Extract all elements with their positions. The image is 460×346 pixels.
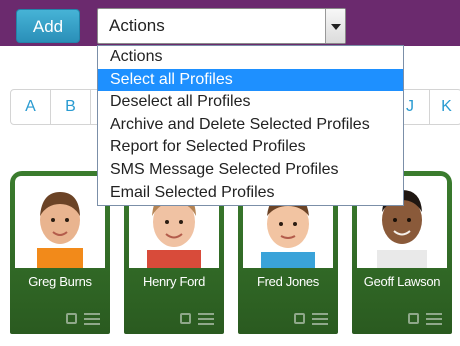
letter-filter-b[interactable]: B bbox=[51, 90, 91, 124]
dropdown-option-email[interactable]: Email Selected Profiles bbox=[98, 182, 403, 205]
dropdown-option-actions[interactable]: Actions bbox=[98, 46, 403, 69]
menu-icon[interactable] bbox=[84, 313, 100, 325]
letter-filter-a[interactable]: A bbox=[11, 90, 51, 124]
dropdown-option-archive-delete[interactable]: Archive and Delete Selected Profiles bbox=[98, 114, 403, 137]
add-button[interactable]: Add bbox=[16, 9, 80, 43]
actions-dropdown-list: Actions Select all Profiles Deselect all… bbox=[97, 45, 404, 206]
menu-icon[interactable] bbox=[198, 313, 214, 325]
profile-name: Fred Jones bbox=[256, 274, 320, 289]
actions-select[interactable]: Actions bbox=[97, 8, 346, 44]
card-actions bbox=[406, 312, 446, 326]
checkbox-icon[interactable] bbox=[294, 313, 305, 324]
card-actions bbox=[178, 312, 218, 326]
actions-select-value: Actions bbox=[109, 16, 165, 35]
card-actions bbox=[292, 312, 332, 326]
checkbox-icon[interactable] bbox=[66, 313, 77, 324]
checkbox-icon[interactable] bbox=[408, 313, 419, 324]
dropdown-option-deselect-all[interactable]: Deselect all Profiles bbox=[98, 91, 403, 114]
card-actions bbox=[64, 312, 104, 326]
profile-name: Henry Ford bbox=[142, 274, 206, 289]
menu-icon[interactable] bbox=[426, 313, 442, 325]
checkbox-icon[interactable] bbox=[180, 313, 191, 324]
top-toolbar: Add Actions bbox=[0, 0, 460, 46]
menu-icon[interactable] bbox=[312, 313, 328, 325]
dropdown-option-select-all[interactable]: Select all Profiles bbox=[98, 68, 403, 92]
dropdown-option-sms[interactable]: SMS Message Selected Profiles bbox=[98, 159, 403, 182]
letter-filter-k[interactable]: K bbox=[430, 90, 460, 124]
dropdown-option-report[interactable]: Report for Selected Profiles bbox=[98, 136, 403, 159]
profile-photo bbox=[15, 176, 105, 268]
profile-name: Geoff Lawson bbox=[363, 274, 441, 289]
profile-name: Greg Burns bbox=[28, 274, 92, 289]
chevron-down-icon[interactable] bbox=[325, 9, 345, 43]
profile-card[interactable]: Greg Burns bbox=[10, 171, 110, 334]
